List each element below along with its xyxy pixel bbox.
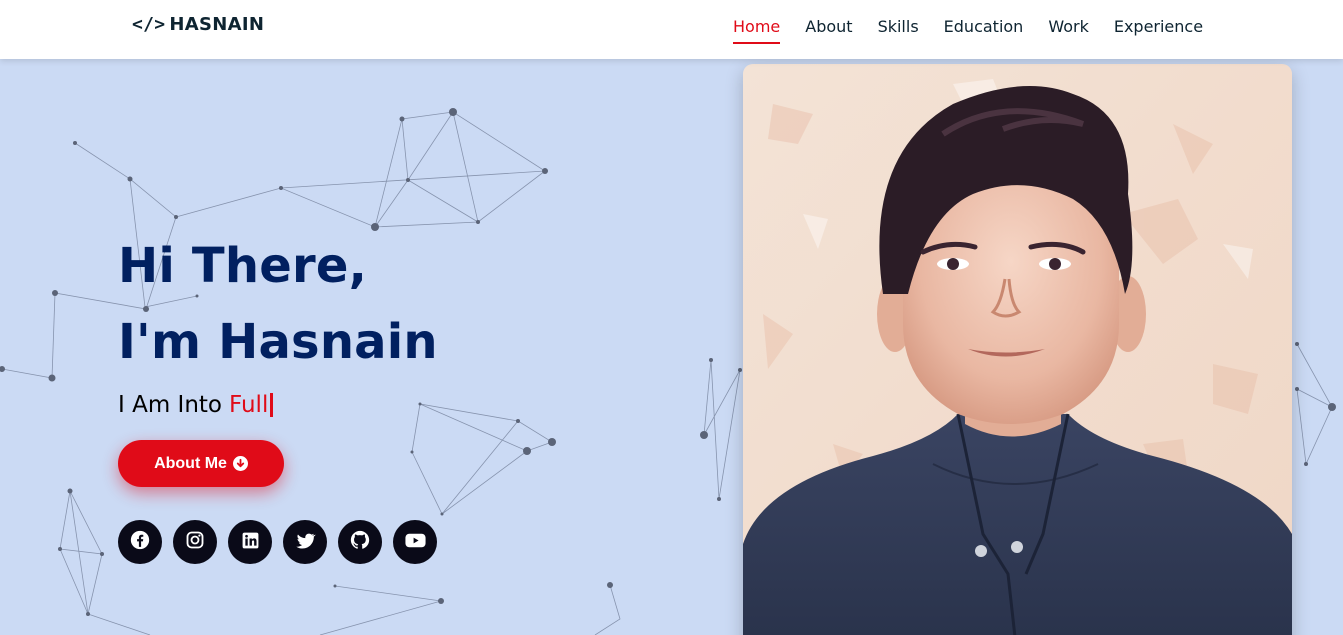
nav-work[interactable]: Work bbox=[1048, 17, 1089, 44]
github-icon bbox=[349, 529, 371, 555]
hero-greeting: Hi There, bbox=[118, 238, 368, 294]
youtube-link[interactable] bbox=[393, 520, 437, 564]
instagram-icon bbox=[185, 530, 205, 554]
about-me-button[interactable]: About Me bbox=[118, 440, 284, 487]
twitter-link[interactable] bbox=[283, 520, 327, 564]
hero-text: Hi There, I'm Hasnain I Am Into Full bbox=[118, 228, 438, 418]
typed-word: Full bbox=[229, 392, 269, 418]
hero-name: I'm Hasnain bbox=[118, 314, 438, 370]
logo-text: HASNAIN bbox=[169, 14, 265, 35]
nav-skills[interactable]: Skills bbox=[878, 17, 919, 44]
code-icon: </> bbox=[132, 14, 166, 35]
arrow-down-circle-icon bbox=[232, 456, 248, 471]
youtube-icon bbox=[404, 529, 427, 556]
linkedin-icon bbox=[241, 531, 260, 554]
typed-line: I Am Into Full bbox=[118, 392, 438, 418]
nav-experience[interactable]: Experience bbox=[1114, 17, 1203, 44]
facebook-link[interactable] bbox=[118, 520, 162, 564]
nav-home[interactable]: Home bbox=[733, 17, 781, 44]
site-header: </> HASNAIN Home About Skills Education … bbox=[0, 0, 1343, 59]
linkedin-link[interactable] bbox=[228, 520, 272, 564]
logo[interactable]: </> HASNAIN bbox=[132, 14, 264, 35]
portrait-image bbox=[743, 64, 1292, 635]
main-nav: Home About Skills Education Work Experie… bbox=[733, 17, 1203, 44]
nav-education[interactable]: Education bbox=[944, 17, 1024, 44]
github-link[interactable] bbox=[338, 520, 382, 564]
social-links bbox=[118, 520, 437, 564]
nav-about[interactable]: About bbox=[805, 17, 852, 44]
twitter-icon bbox=[295, 530, 316, 555]
typing-cursor bbox=[270, 393, 273, 417]
instagram-link[interactable] bbox=[173, 520, 217, 564]
typed-prefix: I Am Into bbox=[118, 392, 222, 418]
profile-photo bbox=[743, 64, 1292, 635]
about-me-label: About Me bbox=[154, 454, 227, 472]
facebook-icon bbox=[129, 529, 151, 555]
